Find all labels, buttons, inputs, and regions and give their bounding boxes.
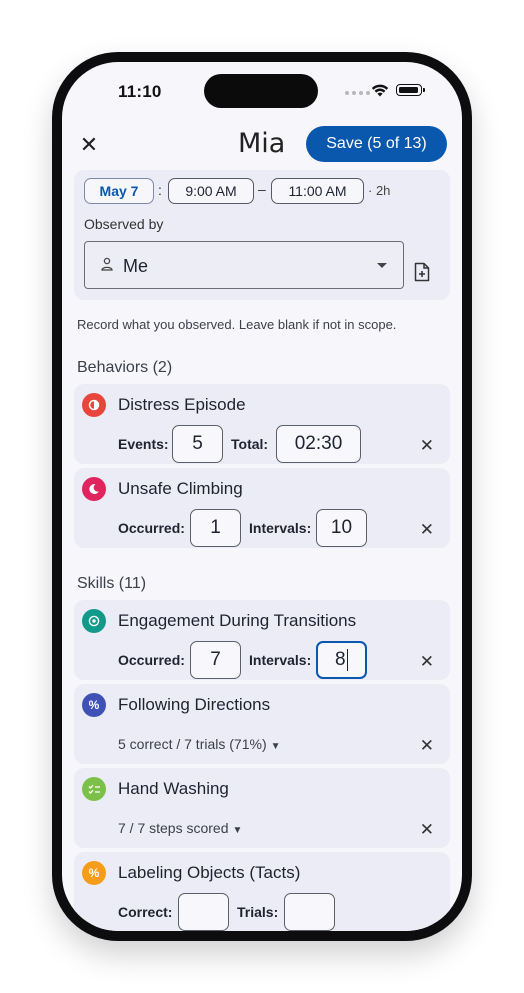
close-icon: ✕ (79, 132, 99, 157)
person-icon (101, 257, 113, 271)
target-icon (82, 609, 106, 633)
remove-icon[interactable]: ✕ (420, 821, 434, 838)
skill-item: % Following Directions 5 correct / 7 tri… (74, 684, 450, 764)
remove-icon[interactable]: ✕ (420, 437, 434, 454)
occurred-input[interactable]: 1 (190, 509, 241, 547)
occurred-label: Occurred: (118, 652, 185, 668)
wifi-icon (371, 84, 389, 97)
date-time-separator: : (158, 182, 162, 198)
behavior-item: Distress Episode Events: 5 Total: 02:30 … (74, 384, 450, 464)
status-time: 11:10 (118, 82, 162, 101)
battery-icon (396, 84, 425, 96)
intervals-input[interactable]: 10 (316, 509, 367, 547)
trials-label: Trials: (237, 904, 279, 920)
end-time-chip[interactable]: 11:00 AM (271, 178, 364, 204)
observed-by-label: Observed by (84, 216, 164, 232)
chevron-down-icon: ▼ (232, 825, 243, 836)
occurred-input[interactable]: 7 (190, 641, 241, 679)
behavior-name: Unsafe Climbing (118, 479, 243, 498)
intervals-input-focused[interactable]: 8 (316, 641, 367, 679)
text-cursor (346, 649, 349, 671)
duration-label: · 2h (368, 183, 391, 198)
start-time-chip[interactable]: 9:00 AM (168, 178, 254, 204)
page-title: Mia (238, 128, 286, 159)
summary-text: 7 / 7 steps scored (118, 820, 229, 836)
observed-by-value: Me (123, 256, 149, 276)
skill-name: Labeling Objects (Tacts) (118, 863, 301, 882)
phone-frame: 11:10 ✕ Mia Save (5 of 13) May 7 : 9:00 … (52, 52, 472, 941)
checklist-icon (82, 777, 106, 801)
time-range-dash: – (258, 181, 266, 197)
date-chip[interactable]: May 7 (84, 178, 154, 204)
chevron-down-icon: ▼ (270, 741, 281, 752)
add-note-icon[interactable] (414, 262, 430, 282)
intervals-label: Intervals: (249, 652, 312, 668)
correct-input[interactable] (178, 893, 229, 931)
skills-heading: Skills (11) (77, 575, 147, 592)
trials-input[interactable] (284, 893, 335, 931)
skill-item: Hand Washing 7 / 7 steps scored ▼ ✕ (74, 768, 450, 848)
intervals-value: 8 (334, 649, 346, 670)
occurred-label: Occurred: (118, 520, 185, 536)
percent-icon: % (82, 861, 106, 885)
skill-name: Engagement During Transitions (118, 611, 357, 630)
save-button[interactable]: Save (5 of 13) (306, 126, 447, 162)
signal-icon (345, 91, 370, 95)
dynamic-island (204, 74, 318, 108)
remove-icon[interactable]: ✕ (420, 521, 434, 538)
summary-text: 5 correct / 7 trials (71%) (118, 736, 267, 752)
events-label: Events: (118, 436, 169, 452)
skill-item: % Labeling Objects (Tacts) Correct: Tria… (74, 852, 450, 931)
behavior-name: Distress Episode (118, 395, 246, 414)
events-input[interactable]: 5 (172, 425, 223, 463)
distress-icon (82, 393, 106, 417)
moon-icon (82, 477, 106, 501)
percent-icon: % (82, 693, 106, 717)
total-label: Total: (231, 436, 269, 452)
remove-icon[interactable]: ✕ (420, 737, 434, 754)
skill-name: Following Directions (118, 695, 271, 714)
intervals-label: Intervals: (249, 520, 312, 536)
correct-label: Correct: (118, 904, 173, 920)
remove-icon[interactable]: ✕ (420, 653, 434, 670)
skill-summary[interactable]: 5 correct / 7 trials (71%) ▼ (118, 736, 281, 752)
screen: 11:10 ✕ Mia Save (5 of 13) May 7 : 9:00 … (62, 62, 462, 931)
scope-hint: Record what you observed. Leave blank if… (77, 317, 397, 332)
skill-item: Engagement During Transitions Occurred: … (74, 600, 450, 680)
behavior-item: Unsafe Climbing Occurred: 1 Intervals: 1… (74, 468, 450, 548)
total-input[interactable]: 02:30 (276, 425, 361, 463)
session-card: May 7 : 9:00 AM – 11:00 AM · 2h Observed… (74, 170, 450, 300)
skill-summary[interactable]: 7 / 7 steps scored ▼ (118, 820, 242, 836)
behaviors-heading: Behaviors (2) (77, 359, 173, 376)
close-button[interactable]: ✕ (78, 134, 100, 156)
skill-name: Hand Washing (118, 779, 229, 798)
dropdown-caret-icon (377, 263, 387, 268)
observed-by-select[interactable]: Me (84, 241, 404, 289)
